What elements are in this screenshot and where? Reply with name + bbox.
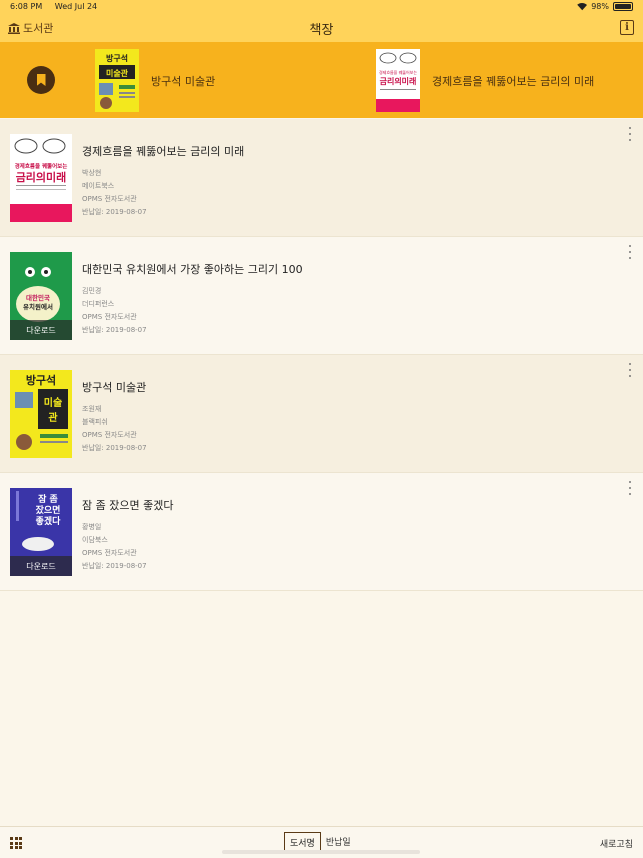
more-options-icon[interactable] (627, 363, 633, 377)
svg-text:미술관: 미술관 (106, 68, 129, 78)
recent-strip: 방구석 미술관 방구석 미술관 경제흐름을 꿰뚫어보는 금리의미래 경제흐름을 … (0, 42, 643, 118)
book-library: OPMS 전자도서관 (82, 195, 137, 203)
book-author: 조원재 (82, 405, 102, 413)
book-title: 대한민국 유치원에서 가장 좋아하는 그리기 100 (82, 263, 303, 276)
recent-title-1: 방구석 미술관 (151, 74, 216, 88)
book-author: 김민경 (82, 287, 102, 295)
recent-title-2: 경제흐름을 꿰뚫어보는 금리의 미래 (432, 74, 595, 88)
download-overlay[interactable]: 다운로드 (10, 320, 72, 340)
book-return-date: 반납일: 2019-08-07 (82, 562, 147, 570)
book-cover: 대한민국 유치원에서 다운로드 (10, 252, 72, 340)
book-title: 방구석 미술관 (82, 381, 147, 394)
book-library: OPMS 전자도서관 (82, 549, 137, 557)
cover-1-main: 금리의미래 (16, 170, 67, 184)
book-row[interactable]: 대한민국 유치원에서 다운로드 대한민국 유치원에서 가장 좋아하는 그리기 1… (0, 237, 643, 355)
book-return-date: 반납일: 2019-08-07 (82, 444, 147, 452)
book-publisher: 메이트북스 (82, 182, 115, 190)
cover-1-top: 경제흐름을 꿰뚫어보는 (15, 162, 68, 170)
home-indicator (222, 850, 420, 854)
battery-icon (613, 2, 633, 11)
book-title: 잠 좀 잤으면 좋겠다 (82, 499, 174, 512)
status-date: Wed Jul 24 (54, 2, 98, 11)
book-return-date: 반납일: 2019-08-07 (82, 326, 147, 334)
book-library: OPMS 전자도서관 (82, 313, 137, 321)
svg-text:관: 관 (48, 411, 58, 424)
svg-text:금리의미래: 금리의미래 (380, 76, 417, 86)
recent-cover-1: 방구석 미술관 (95, 49, 139, 112)
svg-text:대한민국: 대한민국 (26, 293, 50, 302)
svg-text:잤으면: 잤으면 (36, 504, 61, 516)
book-cover: 방구석 미술 관 (10, 370, 72, 458)
book-return-date: 반납일: 2019-08-07 (82, 208, 147, 216)
bookmark-icon (36, 74, 46, 86)
book-publisher: 더디퍼런스 (82, 300, 115, 308)
status-left: 6:08 PM Wed Jul 24 (10, 2, 107, 11)
book-list: 경제흐름을 꿰뚫어보는 금리의미래 경제흐름을 꿰뚫어보는 금리의 미래 박상현… (0, 119, 643, 591)
cover-image-3: 방구석 미술 관 (10, 370, 72, 458)
book-row[interactable]: 방구석 미술 관 방구석 미술관 조원재 블랙피쉬 OPMS 전자도서관 반납일… (0, 355, 643, 473)
book-cover: 잠 좀 잤으면 좋겠다 다운로드 (10, 488, 72, 576)
info-icon[interactable]: i (620, 20, 634, 35)
svg-text:미술: 미술 (44, 396, 62, 409)
recent-cover-2: 경제흐름을 꿰뚫어보는 금리의미래 (376, 49, 420, 112)
status-bar: 6:08 PM Wed Jul 24 98% (0, 0, 643, 14)
cover-image-1: 경제흐름을 꿰뚫어보는 금리의미래 (10, 134, 72, 222)
wifi-icon (577, 3, 587, 11)
svg-text:좋겠다: 좋겠다 (36, 515, 62, 527)
recent-book-2[interactable]: 경제흐름을 꿰뚫어보는 금리의미래 경제흐름을 꿰뚫어보는 금리의 미래 (376, 49, 594, 112)
bookmark-button[interactable] (27, 66, 55, 94)
svg-text:방구석: 방구석 (26, 373, 56, 387)
more-options-icon[interactable] (627, 481, 633, 495)
nav-bar: 도서관 책장 i (0, 14, 643, 42)
book-author: 황병일 (82, 523, 102, 531)
battery-fill (615, 4, 631, 9)
book-publisher: 이담북스 (82, 536, 108, 544)
refresh-button[interactable]: 새로고침 (600, 837, 633, 850)
more-options-icon[interactable] (627, 245, 633, 259)
download-overlay[interactable]: 다운로드 (10, 556, 72, 576)
book-row[interactable]: 잠 좀 잤으면 좋겠다 다운로드 잠 좀 잤으면 좋겠다 황병일 이담북스 OP… (0, 473, 643, 591)
book-library: OPMS 전자도서관 (82, 431, 137, 439)
book-cover: 경제흐름을 꿰뚫어보는 금리의미래 (10, 134, 72, 222)
svg-text:경제흐름을 꿰뚫어보는: 경제흐름을 꿰뚫어보는 (379, 69, 417, 75)
book-publisher: 블랙피쉬 (82, 418, 108, 426)
book-author: 박상현 (82, 169, 102, 177)
book-row[interactable]: 경제흐름을 꿰뚫어보는 금리의미래 경제흐름을 꿰뚫어보는 금리의 미래 박상현… (0, 119, 643, 237)
recent-book-1[interactable]: 방구석 미술관 방구석 미술관 (95, 49, 215, 112)
page-title: 책장 (309, 23, 334, 38)
svg-text:유치원에서: 유치원에서 (23, 302, 53, 311)
status-time: 6:08 PM (10, 2, 43, 11)
grid-view-icon[interactable] (10, 837, 22, 849)
book-title: 경제흐름을 꿰뚫어보는 금리의 미래 (82, 145, 245, 158)
svg-text:방구석: 방구석 (106, 53, 128, 63)
svg-text:잠 좀: 잠 좀 (38, 494, 58, 505)
more-options-icon[interactable] (627, 127, 633, 141)
status-right: 98% (577, 2, 633, 11)
battery-percent: 98% (591, 2, 609, 11)
